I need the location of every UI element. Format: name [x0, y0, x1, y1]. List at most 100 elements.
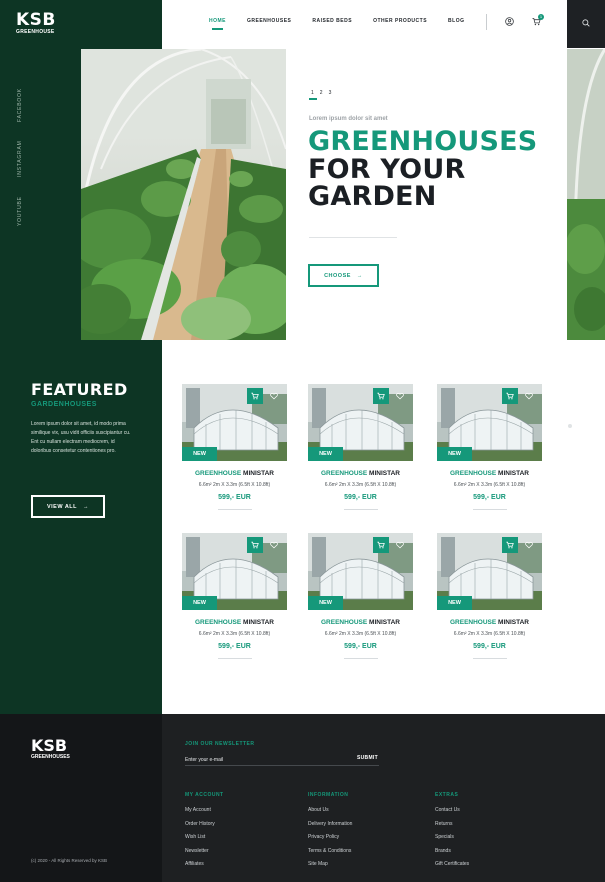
- hero-headline-line-3: GARDEN: [308, 181, 437, 212]
- product-photo[interactable]: NEW: [437, 384, 542, 461]
- nav-greenhouses[interactable]: GREENHOUSES: [247, 18, 291, 24]
- footer-column-title: EXTRAS: [435, 792, 459, 798]
- footer-link-brands[interactable]: Brands: [435, 848, 469, 854]
- heart-icon: [396, 392, 404, 400]
- product-photo[interactable]: NEW: [308, 533, 413, 610]
- add-to-cart-button[interactable]: [373, 388, 389, 404]
- hero-headline: GREENHOUSES FOR YOUR GARDEN: [308, 128, 537, 211]
- product-title-model: MINISTAR: [243, 619, 274, 626]
- product-price: 599,- EUR: [344, 494, 377, 501]
- copyright-text: (c) 2020 - All Rights Reserved by KSB: [31, 858, 108, 863]
- new-badge: NEW: [182, 447, 217, 461]
- footer-left-panel: [0, 714, 162, 882]
- add-to-cart-button[interactable]: [502, 388, 518, 404]
- product-title[interactable]: GREENHOUSE MINISTAR: [182, 470, 287, 477]
- nav-blog[interactable]: BLOG: [448, 18, 464, 24]
- product-divider: [343, 658, 378, 659]
- product-title[interactable]: GREENHOUSE MINISTAR: [308, 619, 413, 626]
- header-divider: [486, 14, 487, 30]
- footer-column-account: MY ACCOUNT My Account Order History Wish…: [185, 792, 224, 875]
- new-badge: NEW: [308, 596, 343, 610]
- footer-link-site-map[interactable]: Site Map: [308, 861, 352, 867]
- cart-icon: [506, 541, 514, 549]
- footer-link-order-history[interactable]: Order History: [185, 821, 224, 827]
- newsletter-email-input[interactable]: [185, 754, 379, 766]
- hero-headline-line-1: GREENHOUSES: [308, 126, 538, 157]
- choose-button[interactable]: CHOOSE →: [308, 264, 379, 287]
- hero-next-slide-image: [567, 49, 605, 340]
- footer-link-my-account[interactable]: My Account: [185, 807, 224, 813]
- product-photo[interactable]: NEW: [182, 384, 287, 461]
- add-to-cart-button[interactable]: [502, 537, 518, 553]
- cart-icon: [377, 541, 385, 549]
- hero-headline-line-2: FOR YOUR: [308, 153, 466, 185]
- user-icon[interactable]: [505, 17, 514, 26]
- arrow-right-icon: →: [356, 272, 363, 279]
- slide-dot-3[interactable]: 3: [329, 90, 332, 96]
- add-to-cart-button[interactable]: [373, 537, 389, 553]
- view-all-button[interactable]: VIEW ALL →: [31, 495, 105, 518]
- footer-link-affiliates[interactable]: Affiliates: [185, 861, 224, 867]
- product-title-category: GREENHOUSE: [195, 470, 242, 477]
- footer-link-gift-certificates[interactable]: Gift Certificates: [435, 861, 469, 867]
- slide-dot-2[interactable]: 2: [320, 90, 323, 96]
- nav-home[interactable]: HOME: [209, 18, 226, 30]
- nav-raised-beds[interactable]: RAISED BEDS: [312, 18, 352, 24]
- footer-link-newsletter[interactable]: Newsletter: [185, 848, 224, 854]
- search-icon: [582, 19, 590, 27]
- wishlist-button[interactable]: [266, 388, 282, 404]
- product-title[interactable]: GREENHOUSE MINISTAR: [437, 619, 542, 626]
- product-card[interactable]: NEW GREENHOUSE MINISTAR 6.6m² 2m X 3.3m (6…: [437, 533, 542, 659]
- product-title[interactable]: GREENHOUSE MINISTAR: [437, 470, 542, 477]
- footer-link-privacy-policy[interactable]: Privacy Policy: [308, 834, 352, 840]
- heart-icon: [525, 392, 533, 400]
- newsletter-submit-button[interactable]: SUBMIT: [357, 755, 378, 761]
- footer-link-specials[interactable]: Specials: [435, 834, 469, 840]
- footer-link-delivery-information[interactable]: Delivery Information: [308, 821, 352, 827]
- footer-link-terms[interactable]: Terms & Conditions: [308, 848, 352, 854]
- product-title-category: GREENHOUSE: [321, 619, 368, 626]
- product-price: 599,- EUR: [218, 643, 251, 650]
- footer-logo-subtitle: GREENHOUSES: [31, 754, 70, 760]
- footer-link-wish-list[interactable]: Wish List: [185, 834, 224, 840]
- wishlist-button[interactable]: [266, 537, 282, 553]
- social-link-facebook[interactable]: FACEBOOK: [17, 88, 23, 122]
- product-size: 6.6m² 2m X 3.3m (6.5ft X 10.8ft): [198, 482, 271, 488]
- slide-dot-1[interactable]: 1: [309, 90, 317, 100]
- product-photo[interactable]: NEW: [182, 533, 287, 610]
- product-title-category: GREENHOUSE: [321, 470, 368, 477]
- product-title[interactable]: GREENHOUSE MINISTAR: [308, 470, 413, 477]
- product-card[interactable]: NEW GREENHOUSE MINISTAR 6.6m² 2m X 3.3m (6…: [437, 384, 542, 510]
- carousel-next-dot[interactable]: [568, 424, 572, 428]
- social-link-youtube[interactable]: YOUTUBE: [17, 196, 23, 226]
- logo-mark: KSB: [16, 10, 56, 30]
- product-title[interactable]: GREENHOUSE MINISTAR: [182, 619, 287, 626]
- cart-icon: [251, 541, 259, 549]
- product-price: 599,- EUR: [473, 643, 506, 650]
- hero-greenhouse-image: [81, 49, 286, 340]
- wishlist-button[interactable]: [521, 537, 537, 553]
- add-to-cart-button[interactable]: [247, 537, 263, 553]
- social-link-instagram[interactable]: INSTAGRAM: [17, 140, 23, 177]
- logo-subtitle: GREENHOUSE: [16, 29, 55, 35]
- add-to-cart-button[interactable]: [247, 388, 263, 404]
- footer-link-contact-us[interactable]: Contact Us: [435, 807, 469, 813]
- product-card[interactable]: NEW GREENHOUSE MINISTAR 6.6m² 2m X 3.3m (6…: [182, 384, 287, 510]
- footer-link-returns[interactable]: Returns: [435, 821, 469, 827]
- brand-logo[interactable]: KSB GREENHOUSE: [16, 10, 56, 36]
- footer-link-about-us[interactable]: About Us: [308, 807, 352, 813]
- hero-kicker: Lorem ipsum dolor sit amet: [309, 116, 388, 122]
- product-card[interactable]: NEW GREENHOUSE MINISTAR 6.6m² 2m X 3.3m (6…: [308, 384, 413, 510]
- wishlist-button[interactable]: [521, 388, 537, 404]
- wishlist-button[interactable]: [392, 537, 408, 553]
- footer-logo[interactable]: KSB GREENHOUSES: [31, 738, 70, 761]
- product-title-category: GREENHOUSE: [195, 619, 242, 626]
- product-photo[interactable]: NEW: [308, 384, 413, 461]
- nav-other-products[interactable]: OTHER PRODUCTS: [373, 18, 427, 24]
- footer-main-panel: [162, 714, 605, 882]
- product-card[interactable]: NEW GREENHOUSE MINISTAR 6.6m² 2m X 3.3m (6…: [308, 533, 413, 659]
- product-card[interactable]: NEW GREENHOUSE MINISTAR 6.6m² 2m X 3.3m (6…: [182, 533, 287, 659]
- product-title-model: MINISTAR: [369, 619, 400, 626]
- product-photo[interactable]: NEW: [437, 533, 542, 610]
- wishlist-button[interactable]: [392, 388, 408, 404]
